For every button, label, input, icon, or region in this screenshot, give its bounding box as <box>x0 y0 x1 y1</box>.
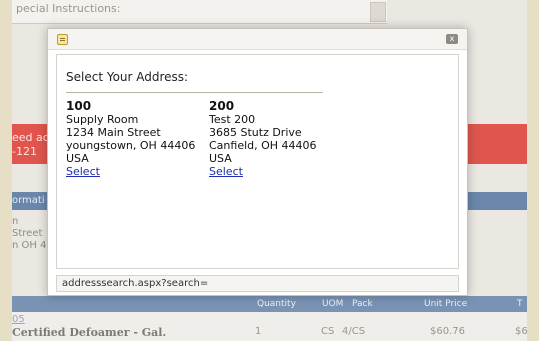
product-name: Certified Defoamer - Gal. <box>12 326 167 339</box>
row-total: $6 <box>515 326 528 337</box>
address-line: Street <box>12 228 43 239</box>
address-country: USA <box>66 152 89 165</box>
select-address-link[interactable]: Select <box>209 165 243 178</box>
address-city: Canfield, OH 44406 <box>209 139 317 152</box>
address-option: 100 Supply Room 1234 Main Street youngst… <box>66 99 196 179</box>
col-uom: UOM <box>322 299 344 309</box>
instructions-scroll[interactable] <box>370 2 386 22</box>
address-id: 100 <box>66 99 92 113</box>
dialog-status-bar: addresssearch.aspx?search= <box>56 275 459 292</box>
address-name: Test 200 <box>209 113 256 126</box>
address-name: Supply Room <box>66 113 139 126</box>
select-address-link[interactable]: Select <box>66 165 100 178</box>
dialog-titlebar: x <box>48 29 467 50</box>
address-id: 200 <box>209 99 235 113</box>
row-quantity: 1 <box>255 326 262 337</box>
dialog-heading: Select Your Address: <box>66 70 189 84</box>
dialog-content: Select Your Address: 100 Supply Room 123… <box>56 54 459 269</box>
shipping-address: n Street n OH 4 <box>12 216 52 266</box>
address-city: youngstown, OH 44406 <box>66 139 196 152</box>
page-icon <box>57 34 68 45</box>
product-link[interactable]: 05 <box>12 314 25 325</box>
table-row: 05 Certified Defoamer - Gal. 1 CS 4/CS $… <box>12 312 528 341</box>
col-quantity: Quantity <box>257 299 296 309</box>
order-table-header: Quantity UOM Pack Unit Price T <box>12 296 527 312</box>
heading-divider <box>66 92 323 93</box>
col-pack: Pack <box>352 299 373 309</box>
address-option: 200 Test 200 3685 Stutz Drive Canfield, … <box>209 99 317 179</box>
col-total: T <box>517 299 523 309</box>
address-country: USA <box>209 152 232 165</box>
col-unit-price: Unit Price <box>424 299 468 309</box>
address-select-dialog: x Select Your Address: 100 Supply Room 1… <box>47 28 468 296</box>
alert-line: eed ac <box>12 131 49 144</box>
address-street: 1234 Main Street <box>66 126 161 139</box>
row-unit-price: $60.76 <box>430 326 465 337</box>
close-icon[interactable]: x <box>446 34 458 44</box>
address-street: 3685 Stutz Drive <box>209 126 302 139</box>
row-uom: CS <box>321 326 335 337</box>
address-line: n OH 4 <box>12 240 47 251</box>
row-pack: 4/CS <box>342 326 366 337</box>
address-line: n <box>12 216 19 227</box>
special-instructions-label: pecial Instructions: <box>12 0 387 24</box>
alert-line: -121 <box>12 145 37 158</box>
